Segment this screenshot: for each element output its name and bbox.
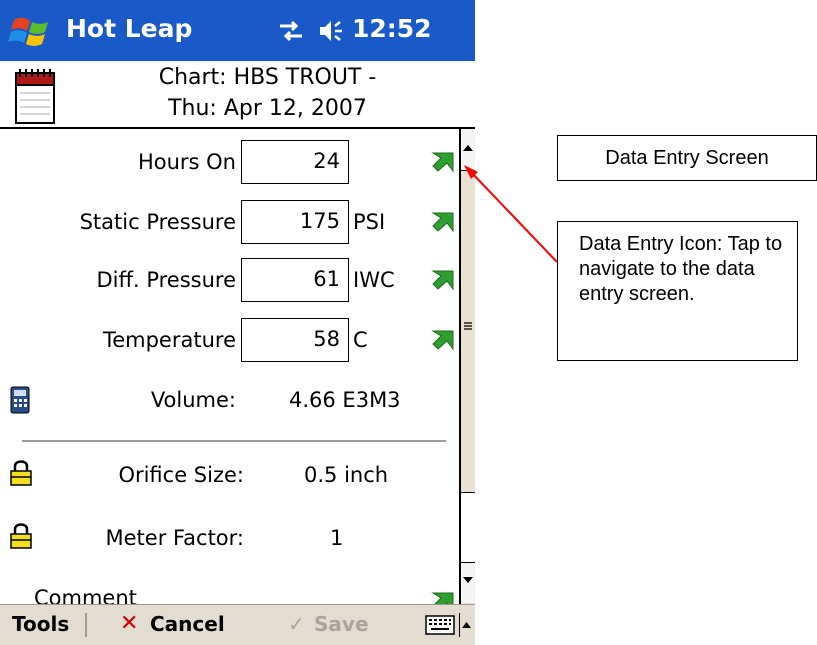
scroll-up-button[interactable] xyxy=(461,129,475,171)
padlock-icon xyxy=(10,523,32,549)
clock[interactable]: 12:52 xyxy=(352,12,432,46)
save-check-icon: ✓ xyxy=(288,612,305,636)
chart-title: Chart: HBS TROUT - xyxy=(158,65,377,90)
bottom-toolbar: Tools ✕ Cancel ✓ Save xyxy=(0,604,475,645)
field-label-static-pressure: Static Pressure xyxy=(79,210,236,234)
scroll-track[interactable] xyxy=(461,493,475,563)
diff-pressure-field[interactable]: 61 xyxy=(241,258,349,302)
connectivity-icon[interactable] xyxy=(276,16,306,46)
notebook-icon xyxy=(15,69,55,124)
field-label-hours-on: Hours On xyxy=(137,150,236,174)
title-bar: Hot Leap 12:52 xyxy=(0,0,475,61)
app-title: Hot Leap xyxy=(66,14,193,43)
scroll-up-arrow-icon xyxy=(463,145,473,151)
chart-header: Chart: HBS TROUT - Thu: Apr 12, 2007 xyxy=(0,61,475,128)
meter-factor-label: Meter Factor: xyxy=(105,526,245,550)
green-arrow-icon[interactable] xyxy=(430,588,456,604)
diff-pressure-unit: IWC xyxy=(353,268,395,292)
scroll-down-arrow-icon xyxy=(463,577,473,583)
volume-label: Volume: xyxy=(150,388,236,412)
green-arrow-icon[interactable] xyxy=(430,208,456,234)
static-pressure-field[interactable]: 175 xyxy=(241,200,349,244)
comment-row-clip: Comment xyxy=(26,584,166,604)
windows-flag-icon[interactable] xyxy=(8,10,54,52)
speaker-icon[interactable] xyxy=(316,16,346,46)
input-panel-arrow-icon xyxy=(462,622,471,628)
vertical-scrollbar[interactable] xyxy=(459,129,475,604)
header-divider xyxy=(0,127,475,129)
annotation-data-entry-screen: Data Entry Screen xyxy=(557,135,817,181)
scroll-thumb[interactable] xyxy=(461,171,475,493)
annotation-arrow-line xyxy=(469,170,558,263)
green-arrow-icon[interactable] xyxy=(430,148,456,174)
annotation-data-entry-icon-text: Data Entry Icon: Tap to navigate to the … xyxy=(579,233,783,305)
scroll-down-button[interactable] xyxy=(461,563,475,603)
padlock-icon xyxy=(10,460,32,486)
save-button[interactable]: Save xyxy=(314,609,369,639)
tools-menu[interactable]: Tools xyxy=(12,609,69,639)
static-pressure-unit: PSI xyxy=(353,210,386,234)
annotation-data-entry-icon: Data Entry Icon: Tap to navigate to the … xyxy=(557,221,798,361)
meter-factor-value: 1 xyxy=(330,526,344,550)
orifice-size-label: Orifice Size: xyxy=(118,463,244,487)
temperature-unit: C xyxy=(353,328,368,352)
scroll-grip-icon xyxy=(464,322,472,330)
hours-on-field[interactable]: 24 xyxy=(241,140,349,184)
section-divider xyxy=(22,440,446,442)
cancel-x-icon: ✕ xyxy=(120,611,139,636)
keyboard-icon[interactable] xyxy=(425,615,455,635)
comment-icon-clip xyxy=(430,588,456,604)
input-panel-toggle[interactable] xyxy=(459,613,473,637)
calculator-icon[interactable] xyxy=(10,386,30,414)
volume-value: 4.66 E3M3 xyxy=(289,388,401,412)
toolbar-separator xyxy=(85,613,87,637)
annotation-data-entry-screen-text: Data Entry Screen xyxy=(605,147,769,169)
device-screen: Hot Leap 12:52 Chart: HBS TROUT - Thu: A… xyxy=(0,0,475,645)
comment-label[interactable]: Comment xyxy=(34,584,137,604)
green-arrow-icon[interactable] xyxy=(430,266,456,292)
field-label-temperature: Temperature xyxy=(102,328,236,352)
green-arrow-icon[interactable] xyxy=(430,326,456,352)
chart-date: Thu: Apr 12, 2007 xyxy=(168,96,367,121)
cancel-button[interactable]: Cancel xyxy=(150,609,225,639)
temperature-field[interactable]: 58 xyxy=(241,318,349,362)
orifice-size-value: 0.5 inch xyxy=(304,463,389,487)
field-label-diff-pressure: Diff. Pressure xyxy=(96,268,237,292)
